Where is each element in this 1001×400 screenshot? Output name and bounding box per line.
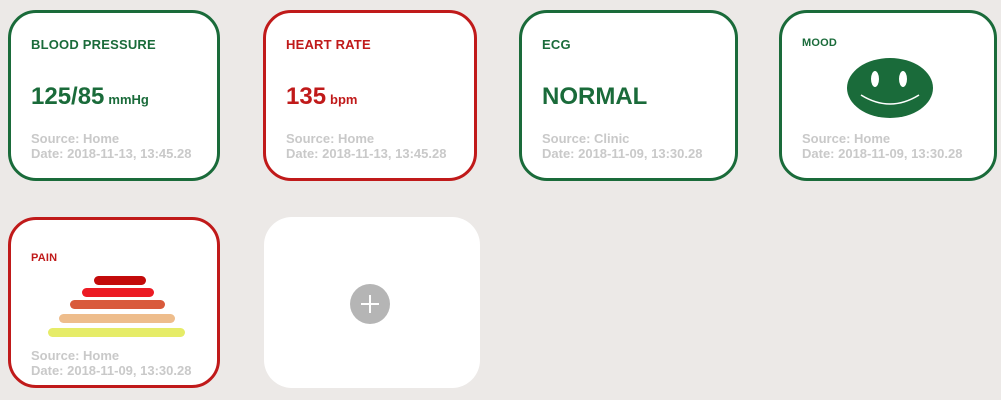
add-widget-button[interactable] — [350, 284, 390, 324]
source-label: Source: Home — [31, 348, 120, 363]
blood-pressure-card[interactable]: BLOOD PRESSURE 125/85 mmHg Source: Home D… — [8, 10, 220, 181]
value-unit: bpm — [330, 92, 358, 107]
source-label: Source: Home — [286, 131, 375, 146]
pain-card[interactable]: PAIN Source: Home Date: 2018-11-09, 13:3… — [8, 217, 220, 388]
card-meta: Source: Home Date: 2018-11-13, 13:45.28 — [286, 131, 446, 161]
value-text: NORMAL — [542, 83, 648, 110]
ecg-value: NORMAL — [542, 83, 647, 111]
card-title: HEART RATE — [286, 37, 371, 52]
date-label: Date: 2018-11-09, 13:30.28 — [31, 363, 192, 378]
add-widget-card[interactable] — [264, 217, 480, 388]
plus-icon — [350, 284, 390, 324]
card-title: MOOD — [802, 37, 838, 49]
card-meta: Source: Home Date: 2018-11-09, 13:30.28 — [802, 131, 962, 161]
pain-scale-pyramid-icon — [48, 276, 185, 337]
blood-pressure-value: 125/85 mmHg — [31, 83, 149, 111]
date-label: Date: 2018-11-13, 13:45.28 — [286, 146, 447, 161]
date-label: Date: 2018-11-13, 13:45.28 — [31, 146, 192, 161]
source-label: Source: Home — [31, 131, 120, 146]
date-label: Date: 2018-11-09, 13:30.28 — [802, 146, 963, 161]
mood-card[interactable]: MOOD Source: Home Date: 2018-11-09, 13:3… — [779, 10, 997, 181]
card-title: BLOOD PRESSURE — [31, 37, 156, 52]
value-number: 125/85 — [31, 83, 105, 110]
heart-rate-card[interactable]: HEART RATE 135 bpm Source: Home Date: 201… — [263, 10, 477, 181]
value-unit: mmHg — [108, 92, 149, 107]
card-title: PAIN — [31, 252, 58, 264]
card-meta: Source: Home Date: 2018-11-13, 13:45.28 — [31, 131, 191, 161]
value-number: 135 — [286, 83, 327, 110]
date-label: Date: 2018-11-09, 13:30.28 — [542, 146, 703, 161]
heart-rate-value: 135 bpm — [286, 83, 358, 111]
source-label: Source: Clinic — [542, 131, 630, 146]
card-title: ECG — [542, 37, 571, 52]
smiley-face-icon — [847, 58, 933, 118]
ecg-card[interactable]: ECG NORMAL Source: Clinic Date: 2018-11-… — [519, 10, 738, 181]
card-meta: Source: Home Date: 2018-11-09, 13:30.28 — [31, 348, 191, 378]
card-meta: Source: Clinic Date: 2018-11-09, 13:30.2… — [542, 131, 702, 161]
source-label: Source: Home — [802, 131, 891, 146]
